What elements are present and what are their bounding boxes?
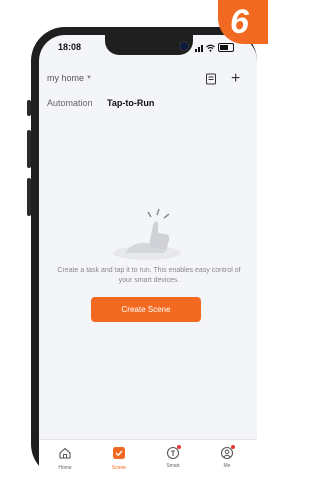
app-screen: 18:08 my home ▼ + Automation Tap-to-Run	[39, 35, 257, 478]
volume-up-button	[27, 130, 31, 168]
tab-automation[interactable]: Automation	[47, 98, 93, 108]
tabbar-item-me[interactable]: Me	[207, 445, 247, 469]
notification-dot	[177, 445, 181, 449]
volume-down-button	[27, 178, 31, 216]
status-icons	[195, 43, 234, 52]
tabbar-item-scene[interactable]: Scene	[99, 446, 139, 471]
mute-switch	[27, 100, 31, 116]
caret-down-icon: ▼	[86, 75, 92, 81]
status-time: 18:08	[58, 42, 82, 52]
tabbar-label-smart: Smart	[166, 463, 180, 469]
log-list-icon[interactable]	[205, 73, 217, 85]
home-icon	[59, 447, 71, 459]
tabbar-label-home: Home	[58, 465, 72, 471]
tabbar-item-home[interactable]: Home	[45, 446, 85, 471]
create-scene-button[interactable]: Create Scene	[91, 297, 201, 322]
status-bar: 18:08	[39, 42, 257, 56]
tabbar-label-me: Me	[223, 463, 231, 469]
me-icon	[220, 445, 235, 460]
wifi-icon	[206, 44, 215, 52]
scene-icon	[113, 447, 125, 459]
smart-icon	[166, 445, 181, 460]
signal-icon	[195, 44, 203, 52]
tap-hand-illustration	[113, 208, 181, 260]
app-header: my home ▼ +	[39, 70, 257, 93]
add-icon[interactable]: +	[231, 70, 240, 88]
tabbar-label-scene: Scene	[111, 465, 127, 471]
scene-tabs: Automation Tap-to-Run	[39, 98, 257, 112]
tab-tap-to-run[interactable]: Tap-to-Run	[107, 98, 154, 108]
bottom-tab-bar: Home Scene Smart Me	[39, 439, 257, 478]
empty-state-message: Create a task and tap it to run. This en…	[57, 267, 241, 284]
home-selector[interactable]: my home ▼	[47, 73, 92, 83]
home-selector-label: my home	[47, 73, 85, 83]
tabbar-item-smart[interactable]: Smart	[153, 445, 193, 469]
battery-icon	[218, 43, 234, 52]
notification-dot	[231, 445, 235, 449]
